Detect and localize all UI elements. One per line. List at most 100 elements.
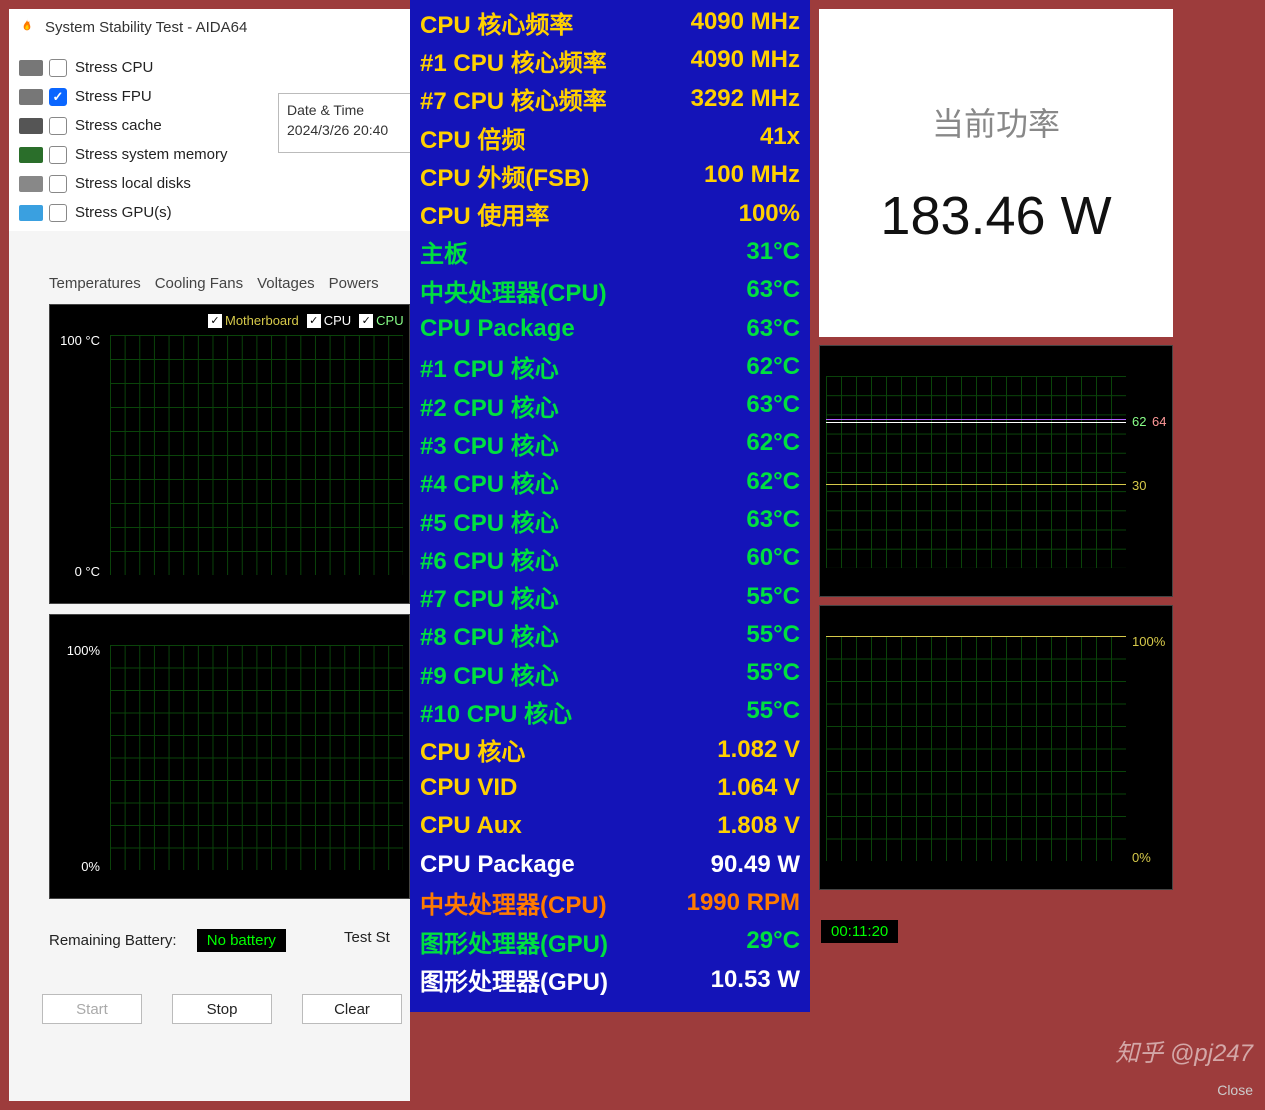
hardware-icon (19, 60, 43, 76)
sensor-row: CPU Aux1.808 V (420, 807, 800, 845)
sensor-row: #1 CPU 核心频率4090 MHz (420, 41, 800, 79)
watermark: 知乎 @pj247 (1115, 1033, 1253, 1068)
datetime-box: Date & Time 2024/3/26 20:40 (278, 93, 418, 153)
sensor-value: 1.808 V (717, 812, 800, 840)
legend-item[interactable]: ✓CPU (307, 313, 351, 328)
power-panel: 当前功率 183.46 W (819, 9, 1173, 337)
legend-label: CPU (376, 313, 403, 328)
battery-status: No battery (197, 929, 286, 952)
sensor-key: 中央处理器(CPU) (420, 273, 607, 308)
stress-label: Stress CPU (75, 59, 153, 76)
sensor-row: #7 CPU 核心频率3292 MHz (420, 80, 800, 118)
close-button[interactable]: Close (1217, 1082, 1253, 1098)
sensor-key: #2 CPU 核心 (420, 388, 559, 423)
sensor-key: #3 CPU 核心 (420, 426, 559, 461)
sensor-value: 55°C (746, 583, 800, 611)
sensor-value: 62°C (746, 353, 800, 381)
stress-label: Stress FPU (75, 88, 152, 105)
tabs: Temperatures Cooling Fans Voltages Powers (49, 275, 379, 292)
sensor-row: CPU 倍频41x (420, 118, 800, 156)
sensor-row: #6 CPU 核心60°C (420, 539, 800, 577)
sensor-key: #1 CPU 核心频率 (420, 43, 607, 78)
sensor-value: 41x (760, 123, 800, 151)
aida64-pane: System Stability Test - AIDA64 Stress CP… (9, 9, 410, 1101)
sensor-value: 100% (739, 200, 800, 228)
stop-button[interactable]: Stop (172, 994, 272, 1024)
legend-item[interactable]: ✓Motherboard (208, 313, 299, 328)
checkbox[interactable] (49, 59, 67, 77)
remaining-label: Remaining Battery: (49, 932, 177, 949)
y-axis: 100 °C 0 °C (50, 333, 106, 579)
power-label: 当前功率 (932, 99, 1060, 145)
sensor-value: 1.064 V (717, 774, 800, 802)
stress-option[interactable]: Stress local disks (19, 169, 400, 198)
window-title: System Stability Test - AIDA64 (45, 19, 247, 36)
tab[interactable]: Cooling Fans (155, 275, 243, 292)
sensor-row: CPU Package90.49 W (420, 846, 800, 884)
sensor-key: 图形处理器(GPU) (420, 962, 608, 997)
start-button[interactable]: Start (42, 994, 142, 1024)
grid (826, 376, 1126, 568)
y-tick-top: 100% (67, 643, 100, 658)
grid (110, 335, 403, 575)
sensor-key: #1 CPU 核心 (420, 349, 559, 384)
checkbox[interactable] (49, 146, 67, 164)
test-status-label: Test St (344, 929, 390, 946)
tab[interactable]: Powers (329, 275, 379, 292)
legend-item[interactable]: ✓CPU (359, 313, 403, 328)
tab[interactable]: Voltages (257, 275, 315, 292)
y-axis-right: 100% 0% (1128, 634, 1172, 865)
sensor-value: 63°C (746, 276, 800, 304)
usage-graph: 100% 0% (49, 614, 410, 899)
legend-label: CPU (324, 313, 351, 328)
sensor-row: CPU 核心频率4090 MHz (420, 3, 800, 41)
sensor-key: #10 CPU 核心 (420, 694, 572, 729)
checkbox[interactable]: ✓ (359, 314, 373, 328)
y-val: 30 (1132, 478, 1146, 493)
sensor-key: 图形处理器(GPU) (420, 924, 608, 959)
sensor-row: #4 CPU 核心62°C (420, 463, 800, 501)
sensor-row: #8 CPU 核心55°C (420, 616, 800, 654)
sensor-row: 中央处理器(CPU)1990 RPM (420, 884, 800, 922)
y-axis-right: 62 64 30 (1128, 374, 1172, 572)
sensor-key: CPU VID (420, 774, 517, 802)
sensor-key: 中央处理器(CPU) (420, 885, 607, 920)
line-yellow (826, 484, 1126, 485)
clear-button[interactable]: Clear (302, 994, 402, 1024)
sensor-key: #7 CPU 核心频率 (420, 81, 607, 116)
sensor-key: #9 CPU 核心 (420, 656, 559, 691)
checkbox[interactable] (49, 175, 67, 193)
sensor-key: 主板 (420, 234, 468, 269)
y-val: 62 (1132, 414, 1146, 429)
y-tick-top: 100% (1132, 634, 1165, 649)
sensor-value: 55°C (746, 621, 800, 649)
checkbox[interactable] (49, 204, 67, 222)
sensor-value: 62°C (746, 429, 800, 457)
title-bar: System Stability Test - AIDA64 (9, 9, 410, 45)
sensor-row: #3 CPU 核心 62°C (420, 424, 800, 462)
sensor-panel: CPU 核心频率4090 MHz#1 CPU 核心频率4090 MHz#7 CP… (410, 0, 810, 1012)
checkbox[interactable] (49, 88, 67, 106)
y-tick-bot: 0 °C (75, 564, 100, 579)
checkbox[interactable]: ✓ (208, 314, 222, 328)
sensor-value: 62°C (746, 468, 800, 496)
sensor-key: CPU 核心频率 (420, 5, 573, 40)
sensor-value: 100 MHz (704, 161, 800, 189)
line-yellow (826, 636, 1126, 637)
temperature-graph: ✓Motherboard✓CPU✓CPU 100 °C 0 °C (49, 304, 410, 604)
checkbox[interactable]: ✓ (307, 314, 321, 328)
y-tick-bot: 0% (81, 859, 100, 874)
graph-legend: ✓Motherboard✓CPU✓CPU (208, 313, 404, 328)
hardware-icon (19, 89, 43, 105)
sensor-row: #10 CPU 核心 55°C (420, 692, 800, 730)
sensor-row: CPU 核心1.082 V (420, 731, 800, 769)
sensor-row: 图形处理器(GPU)10.53 W (420, 960, 800, 998)
sensor-key: #7 CPU 核心 (420, 579, 559, 614)
hardware-icon (19, 205, 43, 221)
tab[interactable]: Temperatures (49, 275, 141, 292)
stress-option[interactable]: Stress GPU(s) (19, 198, 400, 227)
checkbox[interactable] (49, 117, 67, 135)
sensor-key: CPU 使用率 (420, 196, 549, 231)
stress-option[interactable]: Stress CPU (19, 53, 400, 82)
sensor-value: 55°C (746, 697, 800, 725)
